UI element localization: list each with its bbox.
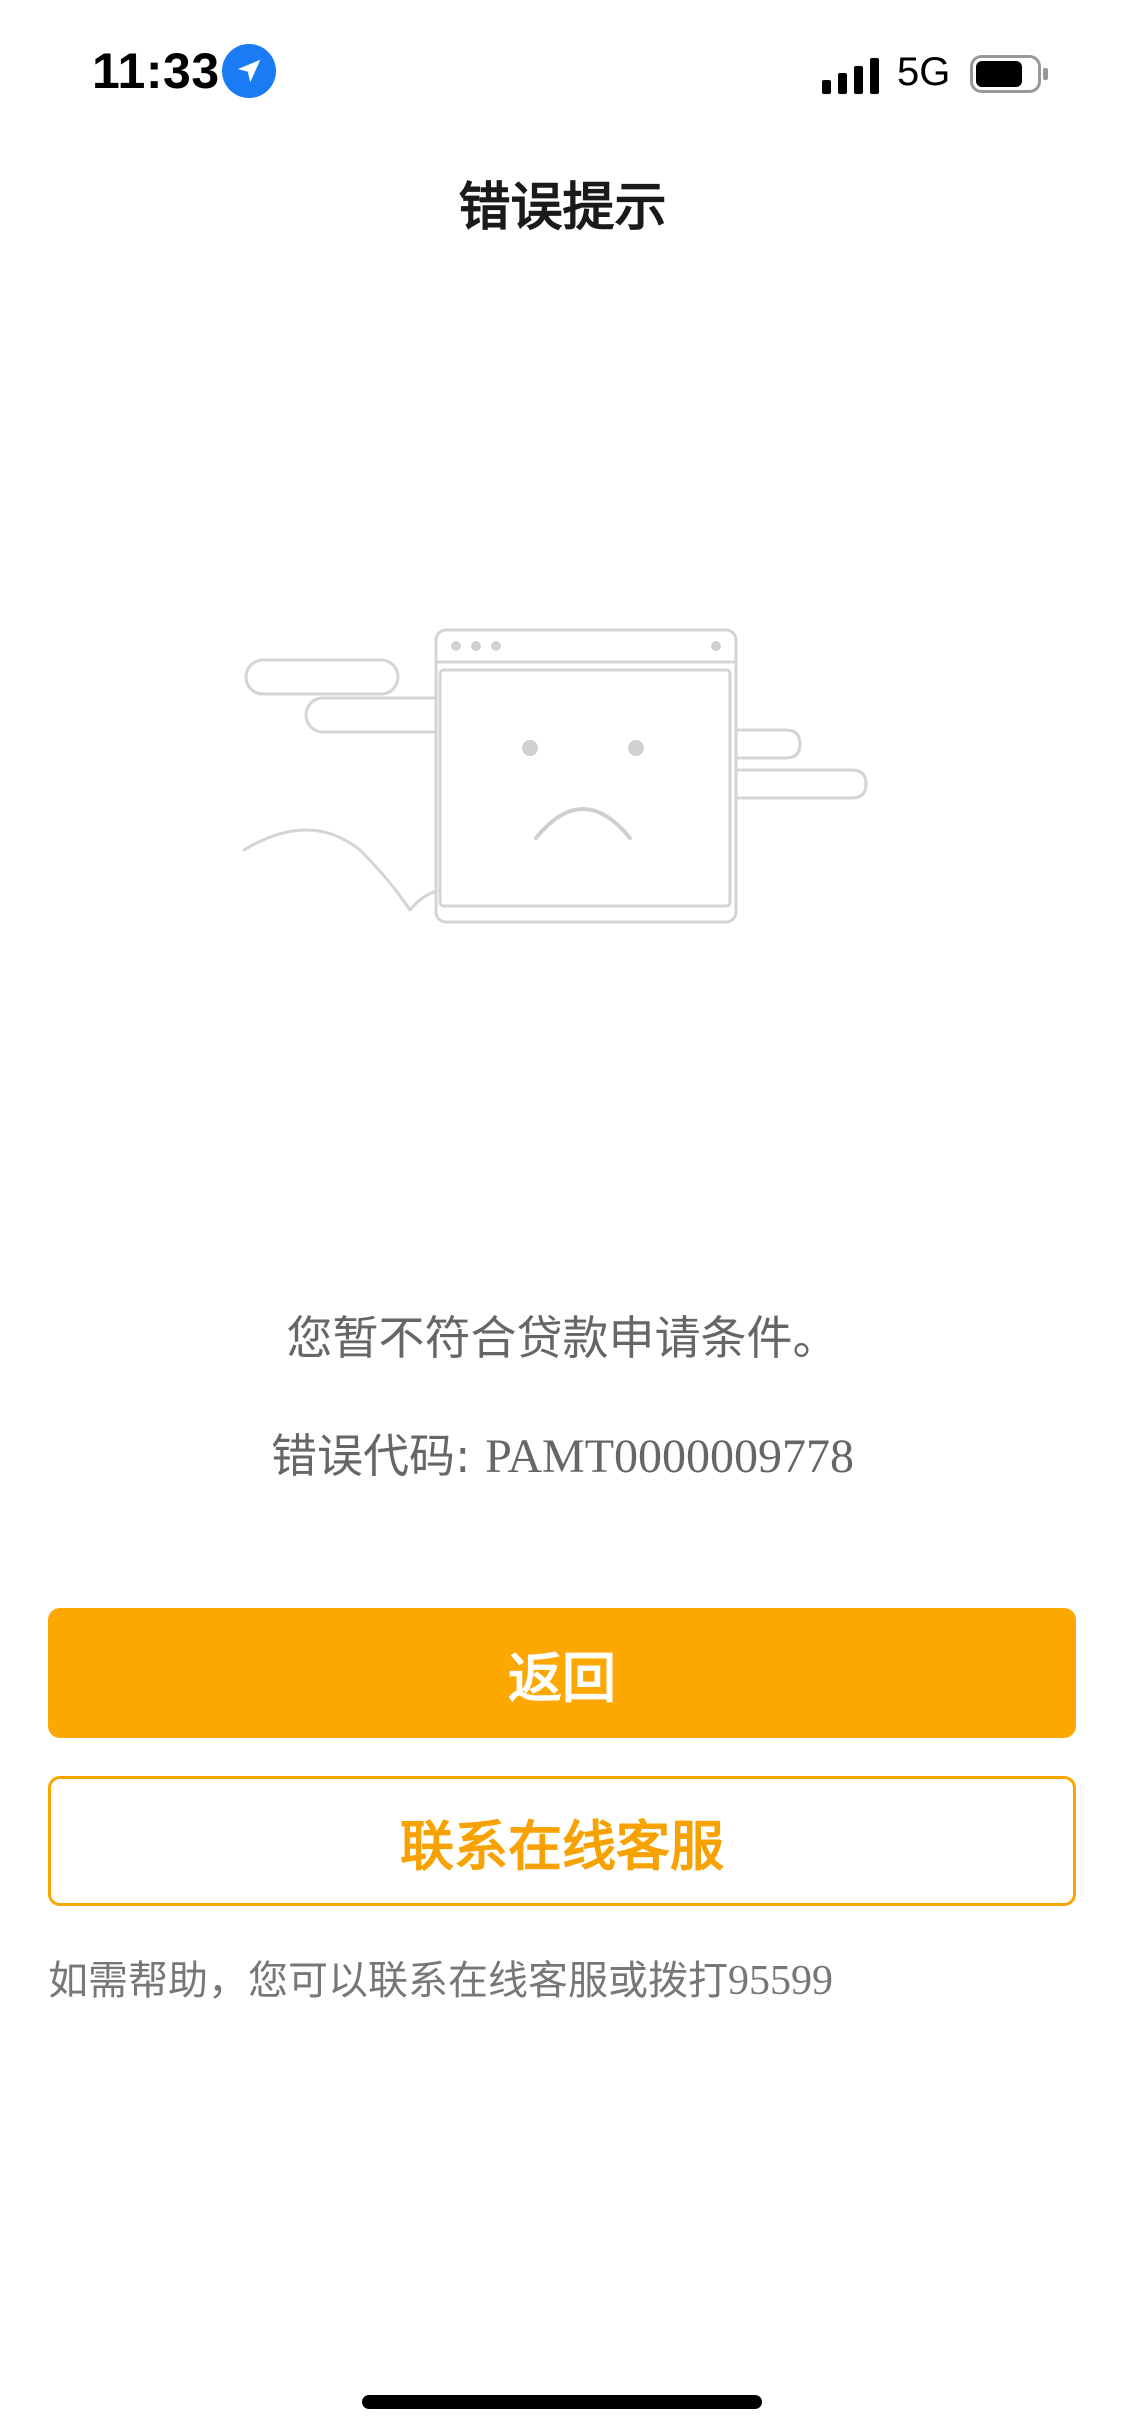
error-code-label: 错误代码: — [270, 1429, 486, 1483]
error-message: 您暂不符合贷款申请条件。 — [286, 1311, 839, 1365]
back-button[interactable]: 返回 — [48, 1608, 1076, 1738]
signal-bars-icon — [822, 58, 879, 94]
error-code-value: PAMT0000009778 — [485, 1430, 855, 1483]
page-title: 错误提示 — [458, 178, 667, 238]
battery-icon — [970, 55, 1048, 93]
error-code: 错误代码: PAMT0000009778 — [0, 1420, 1125, 1486]
network-type: 5G — [897, 50, 951, 94]
help-text: 如需帮助，您可以联系在线客服或拨打95599 — [48, 1948, 833, 2006]
sad-browser-window-icon — [242, 628, 868, 924]
help-phone-number[interactable]: 95599 — [728, 1958, 833, 2004]
error-screen: 11:33 5G 错误提示 您暂不符合贷款申请条件。 错误代码: PAMT000… — [0, 0, 1125, 2435]
help-message: 如需帮助，您可以联系在线客服或拨打 — [48, 1958, 728, 2004]
status-time: 11:33 — [92, 43, 220, 99]
home-indicator[interactable] — [362, 2395, 762, 2409]
status-bar: 11:33 5G — [0, 0, 1125, 150]
location-arrow-icon — [222, 44, 276, 98]
contact-support-button[interactable]: 联系在线客服 — [48, 1776, 1076, 1906]
